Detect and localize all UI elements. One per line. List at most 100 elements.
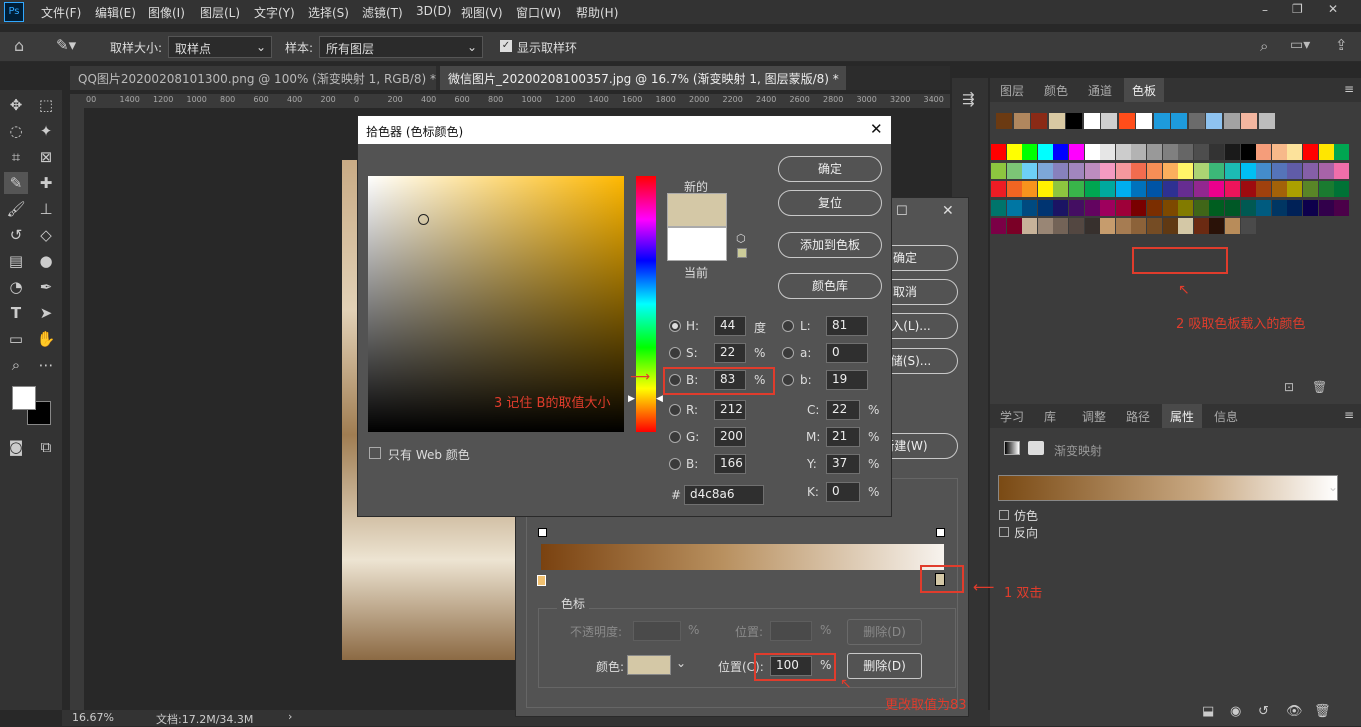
menu-image[interactable]: 图像(I) [148,4,185,21]
swatch[interactable] [1240,218,1256,234]
tab-learn[interactable]: 学习 [992,404,1032,428]
radio-h[interactable] [669,320,681,332]
swatch[interactable] [1162,144,1178,160]
hand-tool-icon[interactable]: ✋ [34,328,58,350]
swatch[interactable] [1303,181,1318,197]
swatch[interactable] [1225,218,1240,234]
swatch[interactable] [991,144,1006,160]
swatch[interactable] [1178,199,1194,216]
trash-icon[interactable]: 🗑 [1312,380,1327,394]
field-y[interactable]: 37 [826,454,860,474]
swatch[interactable] [1115,181,1131,197]
swatch[interactable] [1178,218,1194,234]
zoom-level[interactable]: 16.67% [72,711,114,724]
swatch[interactable] [1188,113,1205,129]
shape-tool-icon[interactable]: ▭ [4,328,28,350]
sample-select[interactable]: 所有图层 ⌄ [319,36,483,58]
swatch[interactable] [1271,181,1287,197]
swatch[interactable] [1287,144,1303,160]
field-g[interactable]: 200 [714,427,746,447]
swatch[interactable] [1031,113,1047,129]
swatch[interactable] [1118,113,1135,129]
swatch[interactable] [1240,162,1256,179]
menu-type[interactable]: 文字(Y) [254,4,295,21]
tab-channels[interactable]: 通道 [1080,78,1120,102]
swatch[interactable] [1069,162,1084,179]
swatch[interactable] [1101,113,1117,129]
swatch[interactable] [1334,144,1350,160]
share-icon[interactable]: ⇪ [1335,36,1348,54]
gradient-picker[interactable] [998,475,1338,501]
menu-3d[interactable]: 3D(D) [416,4,451,18]
swatch[interactable] [1066,113,1082,129]
swatch[interactable] [1256,181,1272,197]
swatch[interactable] [1100,199,1116,216]
field-c[interactable]: 22 [826,400,860,420]
swatch[interactable] [1271,144,1287,160]
swatch[interactable] [1287,162,1303,179]
hue-slider[interactable] [636,176,656,432]
swatch[interactable] [1131,218,1147,234]
radio-g[interactable] [669,431,681,443]
doc-tab-qq[interactable]: QQ图片20200208101300.png @ 100% (渐变映射 1, R… [70,66,436,90]
panel-menu-icon[interactable]: ≡ [1344,408,1354,422]
restore-icon[interactable]: ❐ [1292,2,1303,16]
swatch[interactable] [1084,181,1100,197]
swatch[interactable] [991,162,1006,179]
swatch[interactable] [1162,218,1178,234]
swatch[interactable] [1022,199,1038,216]
close-window-icon[interactable]: ✕ [1328,2,1338,16]
swatch[interactable] [1147,181,1162,197]
swatch[interactable] [1037,181,1053,197]
chevron-down-icon[interactable]: ⌄ [676,656,686,670]
swatch[interactable] [1037,144,1053,160]
maximize-icon[interactable]: ☐ [896,204,908,219]
opacity-stop-right[interactable] [936,528,945,537]
type-tool-icon[interactable]: T [4,302,28,324]
visibility-icon[interactable]: ◉ [1230,704,1241,719]
swatch[interactable] [1053,162,1069,179]
menu-file[interactable]: 文件(F) [41,4,81,21]
swatch[interactable] [1193,181,1209,197]
swatch[interactable] [1115,144,1131,160]
swatch[interactable] [1136,113,1152,129]
new-swatch-icon[interactable]: ⊡ [1284,380,1294,394]
swatch[interactable] [1318,162,1334,179]
eraser-tool-icon[interactable]: ◇ [34,224,58,246]
swatch[interactable] [1225,162,1240,179]
swatch[interactable] [1131,162,1147,179]
clip-icon[interactable]: ⬓ [1202,704,1214,719]
swatch[interactable] [1209,199,1225,216]
swatch[interactable] [1225,144,1240,160]
swatch[interactable] [1240,181,1256,197]
swatch[interactable] [1318,144,1334,160]
minimize-icon[interactable]: – [1262,3,1268,17]
swatch[interactable] [1209,218,1225,234]
radio-lab-b[interactable] [782,374,794,386]
field-lab-b[interactable]: 19 [826,370,868,390]
swatch[interactable] [1100,162,1116,179]
picker-reset-button[interactable]: 复位 [778,190,882,216]
menu-edit[interactable]: 编辑(E) [95,4,136,21]
field-s[interactable]: 22 [714,343,746,363]
swatch[interactable] [1318,199,1334,216]
swatch[interactable] [1209,181,1225,197]
hue-slider-right-arrow[interactable]: ◀ [656,394,663,404]
swatch[interactable] [1303,162,1318,179]
swatch[interactable] [1240,199,1256,216]
swatch[interactable] [1303,199,1318,216]
field-m[interactable]: 21 [826,427,860,447]
swatch[interactable] [1209,144,1225,160]
gradient-tool-icon[interactable]: ▤ [4,250,28,272]
panel-menu-icon[interactable]: ≡ [1344,82,1354,96]
add-to-swatches-button[interactable]: 添加到色板 [778,232,882,258]
swatch[interactable] [1147,144,1162,160]
web-safe-swatch[interactable] [737,248,747,258]
swatch[interactable] [1053,218,1069,234]
stamp-tool-icon[interactable]: ⊥ [34,198,58,220]
swatch[interactable] [1223,113,1240,129]
swatch[interactable] [1147,199,1162,216]
color-library-button[interactable]: 颜色库 [778,273,882,299]
blur-tool-icon[interactable]: ● [34,250,58,272]
eyedropper-icon[interactable]: ✎▾ [56,36,76,54]
